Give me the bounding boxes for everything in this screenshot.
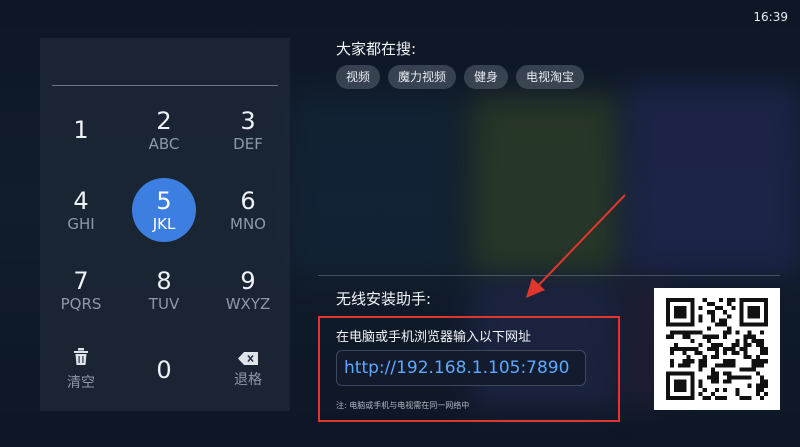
- input-display-line: [52, 85, 278, 86]
- key-number: 5: [156, 187, 172, 215]
- network-note: 注: 电脑或手机与电视需在同一网络中: [336, 401, 470, 410]
- search-tag[interactable]: 电视淘宝: [516, 65, 585, 89]
- trash-icon: [73, 348, 89, 372]
- backspace-icon: [238, 351, 258, 365]
- key-5[interactable]: 5 JKL: [122, 170, 206, 250]
- red-arrow-annotation: [526, 194, 626, 298]
- delete-button[interactable]: 退格: [206, 330, 290, 410]
- key-6[interactable]: 6 MNO: [206, 170, 290, 250]
- highlight-box: 在电脑或手机浏览器输入以下网址 http://192.168.1.105:789…: [318, 316, 620, 422]
- clock: 16:39: [753, 10, 788, 24]
- key-letters: WXYZ: [225, 295, 271, 313]
- keypad-grid: 1 2 ABC 3 DEF 4 GHI 5 JKL 6 MNO 7 PQRS 8 TUV 9W…: [40, 90, 290, 410]
- key-number: 7: [73, 267, 89, 295]
- key-number: 0: [156, 356, 172, 384]
- key-letters: ABC: [148, 135, 180, 153]
- clear-label: 清空: [67, 375, 95, 391]
- key-number: 4: [73, 187, 89, 215]
- key-9[interactable]: 9 WXYZ: [206, 250, 290, 330]
- key-number: 8: [156, 267, 172, 295]
- key-number: 6: [240, 187, 256, 215]
- search-tag[interactable]: 视频: [336, 65, 381, 89]
- key-letters: GHI: [67, 215, 95, 233]
- qr-code: [654, 288, 780, 410]
- key-letters: PQRS: [60, 295, 102, 313]
- search-tag[interactable]: 健身: [464, 65, 509, 89]
- key-8[interactable]: 8 TUV: [122, 250, 206, 330]
- key-7[interactable]: 7 PQRS: [40, 250, 122, 330]
- key-2[interactable]: 2 ABC: [122, 90, 206, 170]
- key-number: 9: [240, 267, 256, 295]
- search-tag[interactable]: 魔力视频: [388, 65, 457, 89]
- key-4[interactable]: 4 GHI: [40, 170, 122, 250]
- key-number: 2: [156, 107, 172, 135]
- keypad-panel: 1 2 ABC 3 DEF 4 GHI 5 JKL 6 MNO 7 PQRS 8 TUV 9W…: [40, 38, 290, 411]
- key-letters: JKL: [152, 215, 176, 233]
- wireless-install-title: 无线安装助手:: [336, 290, 432, 308]
- hot-search-title: 大家都在搜:: [336, 40, 417, 58]
- hot-search-tags: 视频 魔力视频 健身 电视淘宝: [336, 65, 585, 89]
- url-field: http://192.168.1.105:7890: [336, 350, 586, 386]
- key-number: 1: [73, 116, 89, 144]
- key-number: 3: [240, 107, 256, 135]
- key-letters: TUV: [148, 295, 180, 313]
- key-letters: DEF: [233, 135, 263, 153]
- key-0[interactable]: 0: [122, 330, 206, 410]
- key-letters: MNO: [230, 215, 266, 233]
- install-hint: 在电脑或手机浏览器输入以下网址: [336, 330, 532, 345]
- clear-button[interactable]: 清空: [40, 330, 122, 410]
- key-3[interactable]: 3 DEF: [206, 90, 290, 170]
- key-1[interactable]: 1: [40, 90, 122, 170]
- delete-label: 退格: [234, 371, 262, 388]
